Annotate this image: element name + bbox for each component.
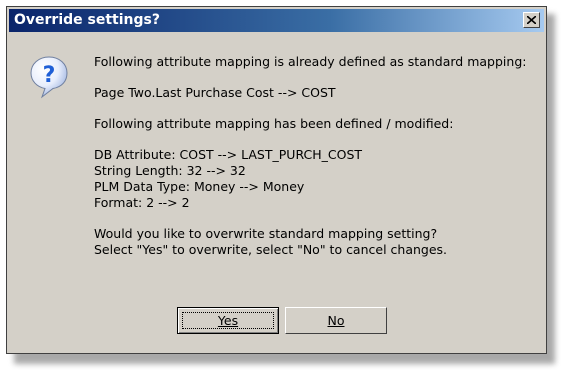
message-line-db-attribute: DB Attribute: COST --> LAST_PURCH_COST: [94, 147, 363, 162]
close-icon: [527, 16, 536, 24]
message-line-question: Would you like to overwrite standard map…: [94, 226, 438, 241]
yes-button[interactable]: Yes: [177, 307, 279, 334]
message-line-standard-intro: Following attribute mapping is already d…: [94, 54, 527, 69]
yes-button-label: Yes: [217, 313, 239, 328]
message-line-modified-intro: Following attribute mapping has been def…: [94, 116, 454, 131]
message-line-standard-mapping: Page Two.Last Purchase Cost --> COST: [94, 85, 336, 100]
title-bar[interactable]: Override settings?: [9, 9, 544, 32]
close-button[interactable]: [523, 12, 540, 28]
message-line-data-type: PLM Data Type: Money --> Money: [94, 179, 305, 194]
no-button-label: No: [327, 313, 345, 328]
message-line-string-length: String Length: 32 --> 32: [94, 163, 246, 178]
no-button[interactable]: No: [285, 307, 387, 334]
svg-text:?: ?: [43, 63, 56, 88]
message-line-format: Format: 2 --> 2: [94, 195, 190, 210]
dialog-title: Override settings?: [14, 12, 160, 28]
override-settings-dialog: Override settings? ? Following attribute…: [6, 6, 547, 354]
question-icon: ?: [30, 56, 68, 99]
dialog-message: Following attribute mapping is already d…: [94, 54, 542, 258]
message-line-instructions: Select "Yes" to overwrite, select "No" t…: [94, 242, 448, 257]
